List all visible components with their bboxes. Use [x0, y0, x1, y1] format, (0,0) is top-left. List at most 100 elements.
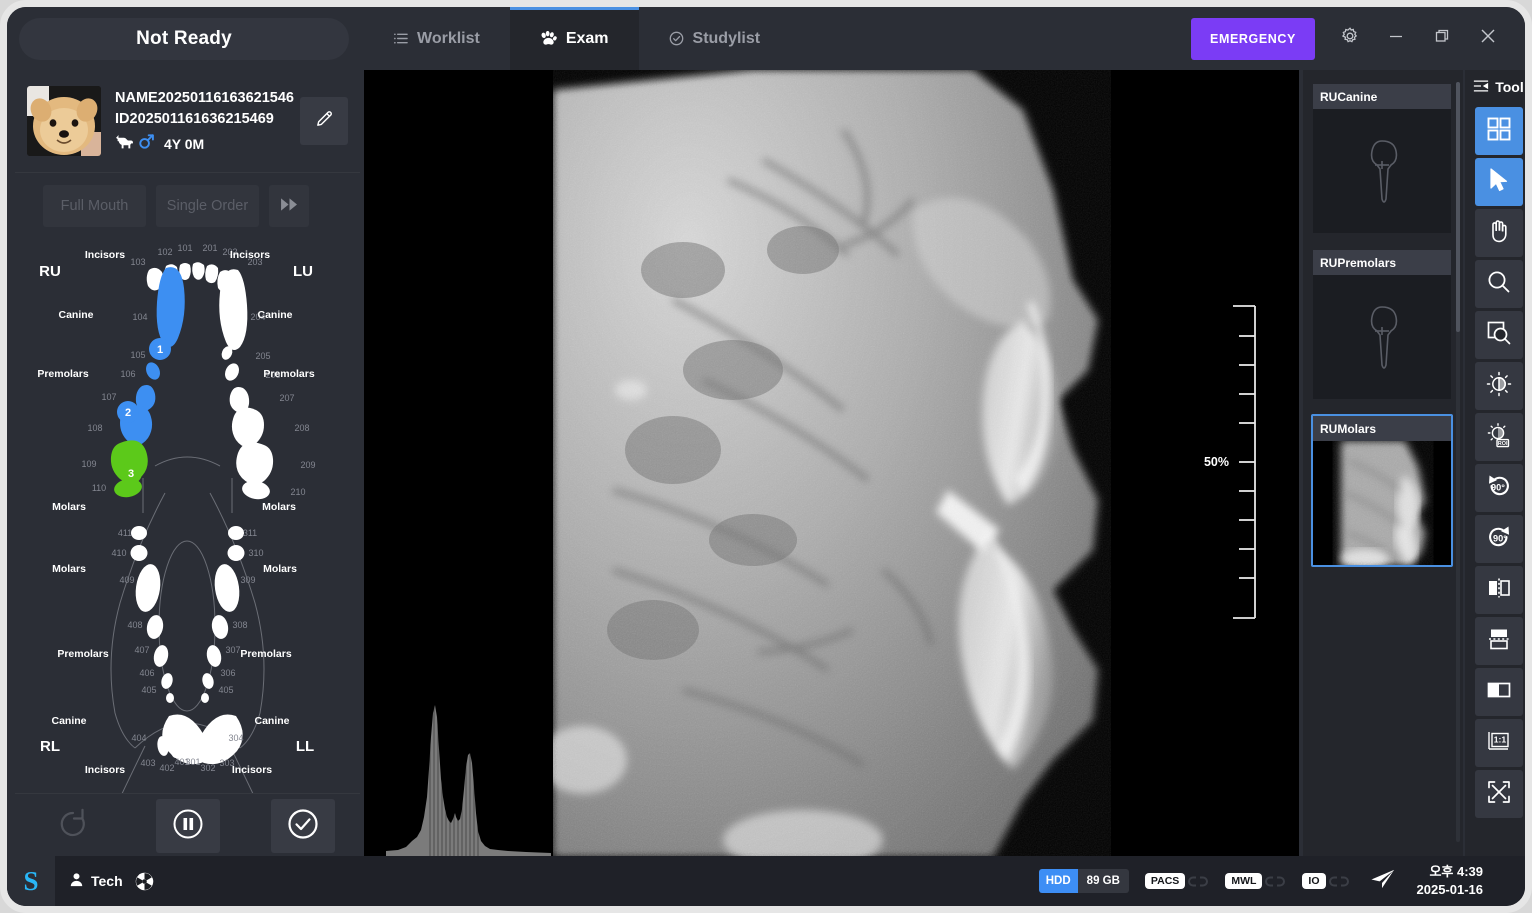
svg-text:311: 311	[243, 528, 257, 538]
thumbnail-rumolars[interactable]: RUMolars	[1311, 414, 1453, 567]
svg-text:101: 101	[177, 243, 192, 253]
svg-text:Incisors: Incisors	[230, 249, 270, 261]
io-status[interactable]: IO	[1302, 873, 1349, 890]
close-icon	[1478, 26, 1498, 51]
tool-panel[interactable]: Tool ROI 90° 90° 1:1	[1465, 70, 1530, 857]
svg-text:Canine: Canine	[58, 309, 93, 321]
tool-invert[interactable]	[1474, 668, 1523, 716]
send-button[interactable]	[1370, 868, 1395, 895]
thumbnail-rucanine[interactable]: RUCanine	[1311, 82, 1453, 235]
patient-id: ID202501161636215469	[115, 110, 274, 127]
tool-rotate-right-90[interactable]: 90°	[1474, 515, 1523, 563]
svg-text:408: 408	[127, 620, 142, 630]
single-order-button[interactable]: Single Order	[156, 184, 259, 227]
svg-text:110: 110	[92, 483, 106, 493]
thumbnail-scrollbar-handle[interactable]	[1456, 82, 1460, 332]
svg-text:402: 402	[159, 763, 174, 773]
tool-flip-vertical[interactable]	[1474, 617, 1523, 665]
thumbnail-rupremolars[interactable]: RUPremolars	[1311, 248, 1453, 401]
svg-text:3: 3	[128, 468, 134, 480]
panel-collapse-icon[interactable]	[1473, 79, 1489, 96]
tool-brightness-roi[interactable]: ROI	[1474, 413, 1523, 461]
tool-cursor[interactable]	[1474, 158, 1523, 206]
zoom-level-label: 50%	[1204, 455, 1229, 469]
tool-magnifier[interactable]	[1474, 260, 1523, 308]
tooth-104	[156, 267, 185, 347]
svg-text:404: 404	[131, 733, 146, 743]
current-user[interactable]: Tech	[69, 872, 123, 890]
tab-exam[interactable]: Exam	[509, 7, 639, 70]
patient-text-block: NAME20250116163621546 ID2025011616362154…	[115, 88, 300, 155]
tool-brightness-contrast[interactable]	[1474, 362, 1523, 410]
broken-link-icon	[1328, 873, 1350, 890]
svg-text:1:1: 1:1	[1493, 734, 1506, 744]
settings-button[interactable]	[1327, 17, 1373, 61]
mwl-status[interactable]: MWL	[1225, 873, 1286, 890]
svg-text:205: 205	[255, 351, 270, 361]
thumbnail-title: RUMolars	[1313, 416, 1451, 441]
svg-text:208: 208	[294, 423, 309, 433]
application-window: Not Ready Worklist Exam Studylist EMERGE…	[0, 0, 1532, 913]
svg-text:RU: RU	[39, 263, 61, 280]
tab-exam-label: Exam	[565, 29, 609, 47]
svg-text:307: 307	[225, 645, 240, 655]
pan-hand-icon	[1486, 218, 1512, 249]
svg-text:109: 109	[81, 459, 96, 469]
confirm-button[interactable]	[270, 798, 335, 853]
list-icon	[393, 31, 408, 46]
tool-actual-size[interactable]: 1:1	[1474, 719, 1523, 767]
svg-text:306: 306	[220, 668, 235, 678]
svg-text:Molars: Molars	[262, 501, 296, 513]
svg-text:2: 2	[125, 407, 131, 419]
svg-text:209: 209	[300, 460, 315, 470]
check-circle-icon	[286, 807, 320, 844]
thumbnail-image-empty	[1313, 275, 1451, 399]
hdd-label: HDD	[1038, 869, 1078, 893]
close-button[interactable]	[1465, 17, 1511, 61]
tool-region-zoom[interactable]	[1474, 311, 1523, 359]
svg-text:1: 1	[157, 344, 163, 356]
pause-button[interactable]	[155, 798, 220, 853]
tab-studylist[interactable]: Studylist	[639, 7, 791, 70]
svg-text:Premolars: Premolars	[263, 368, 315, 380]
svg-text:RL: RL	[40, 738, 60, 755]
status-indicator-button[interactable]: Not Ready	[19, 17, 349, 60]
pacs-label: PACS	[1144, 873, 1186, 889]
invert-icon	[1486, 677, 1512, 708]
tool-pan[interactable]	[1474, 209, 1523, 257]
next-order-button[interactable]	[269, 184, 309, 227]
thumbnail-scrollbar[interactable]	[1456, 82, 1460, 842]
dental-chart[interactable]: 101 102 103 104 105 106 107 108 109 110 …	[15, 238, 360, 793]
mwl-label: MWL	[1225, 873, 1263, 889]
image-viewer[interactable]: 50%	[364, 70, 1299, 857]
pacs-status[interactable]: PACS	[1144, 873, 1209, 890]
svg-text:304: 304	[228, 733, 243, 743]
tool-panel-header[interactable]: Tool	[1465, 70, 1525, 104]
full-mouth-button[interactable]: Full Mouth	[43, 184, 146, 227]
paw-icon	[540, 31, 557, 46]
tool-rotate-left-90[interactable]: 90°	[1474, 464, 1523, 512]
region-zoom-icon	[1486, 320, 1512, 351]
order-mode-row: Full Mouth Single Order	[15, 173, 360, 238]
reset-button[interactable]	[41, 799, 105, 853]
tab-worklist[interactable]: Worklist	[363, 7, 510, 70]
broken-link-icon	[1264, 873, 1286, 890]
svg-text:104: 104	[132, 312, 147, 322]
tool-fit-to-screen[interactable]	[1474, 770, 1523, 818]
histogram-overlay	[386, 697, 551, 857]
tool-layout-grid[interactable]	[1474, 107, 1523, 155]
svg-text:105: 105	[130, 350, 145, 360]
xray-image[interactable]	[539, 70, 1111, 857]
edit-patient-button[interactable]	[300, 97, 348, 145]
restore-button[interactable]	[1419, 17, 1465, 61]
clock: 오후 4:39 2025-01-16	[1417, 863, 1484, 899]
tool-panel-scrollbar-handle[interactable]	[1526, 108, 1530, 538]
tool-panel-scrollbar[interactable]	[1526, 108, 1530, 853]
minimize-button[interactable]	[1373, 17, 1419, 61]
fast-forward-icon	[280, 197, 299, 215]
svg-text:406: 406	[139, 668, 154, 678]
thumbnail-strip[interactable]: RUCanine RUPremolars RUMolars	[1303, 70, 1463, 857]
patient-name: NAME20250116163621546	[115, 89, 294, 106]
emergency-button[interactable]: EMERGENCY	[1191, 17, 1315, 60]
tool-flip-horizontal[interactable]	[1474, 566, 1523, 614]
